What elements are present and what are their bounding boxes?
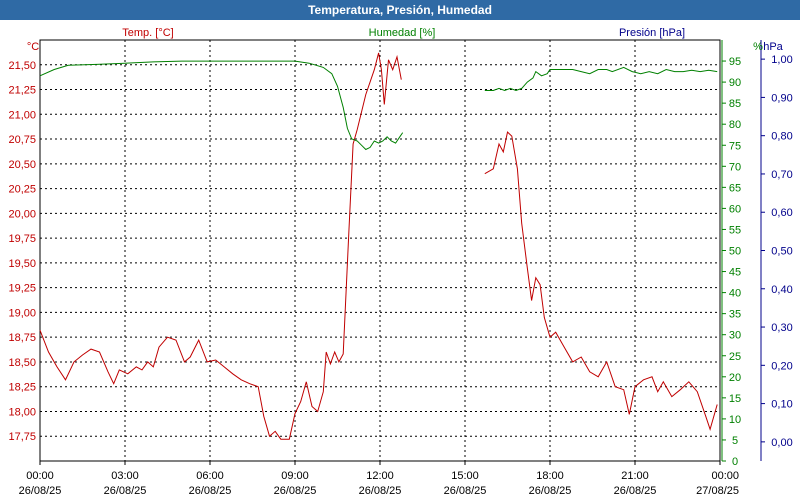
humidity-tick-label: 10 bbox=[729, 414, 741, 426]
humidity-tick-label: 90 bbox=[729, 77, 741, 89]
temp-tick-label: 19,00 bbox=[8, 307, 36, 319]
legend-temp: Temp. [°C] bbox=[122, 27, 173, 39]
pressure-tick-label: 0,20 bbox=[771, 360, 792, 372]
humidity-tick-label: 60 bbox=[729, 203, 741, 215]
x-tick-date: 27/08/25 bbox=[696, 485, 739, 497]
pressure-tick-label: 0,80 bbox=[771, 131, 792, 143]
humidity-tick-label: 5 bbox=[732, 435, 738, 447]
humidity-tick-label: 95 bbox=[729, 56, 741, 68]
temp-tick-label: 20,50 bbox=[8, 159, 36, 171]
humidity-tick-label: 70 bbox=[729, 161, 741, 173]
unit-pressure: hPa bbox=[763, 41, 783, 53]
legend-humidity: Humedad [%] bbox=[369, 27, 436, 39]
temp-tick-label: 20,75 bbox=[8, 134, 36, 146]
x-tick-date: 26/08/25 bbox=[19, 485, 62, 497]
temp-tick-label: 17,75 bbox=[8, 431, 36, 443]
humidity-tick-label: 55 bbox=[729, 224, 741, 236]
x-tick-time: 12:00 bbox=[366, 470, 394, 482]
temp-tick-label: 20,25 bbox=[8, 184, 36, 196]
humidity-tick-label: 25 bbox=[729, 351, 741, 363]
pressure-tick-label: 0,90 bbox=[771, 92, 792, 104]
x-tick-date: 26/08/25 bbox=[104, 485, 147, 497]
humidity-tick-label: 80 bbox=[729, 119, 741, 131]
humidity-tick-label: 50 bbox=[729, 246, 741, 258]
x-tick-date: 26/08/25 bbox=[614, 485, 657, 497]
temp-tick-label: 19,50 bbox=[8, 258, 36, 270]
x-tick-time: 00:00 bbox=[26, 470, 54, 482]
temp-tick-label: 19,25 bbox=[8, 283, 36, 295]
humidity-tick-label: 20 bbox=[729, 372, 741, 384]
series-line-temp-2 bbox=[484, 131, 718, 431]
temp-tick-label: 18,00 bbox=[8, 406, 36, 418]
humidity-tick-label: 35 bbox=[729, 309, 741, 321]
temp-tick-label: 21,25 bbox=[8, 85, 36, 97]
x-tick-time: 00:00 bbox=[711, 470, 739, 482]
x-tick-date: 26/08/25 bbox=[189, 485, 232, 497]
unit-humidity: % bbox=[753, 41, 763, 53]
temp-tick-label: 20,00 bbox=[8, 208, 36, 220]
humidity-tick-label: 30 bbox=[729, 330, 741, 342]
humidity-tick-label: 45 bbox=[729, 267, 741, 279]
temp-tick-label: 18,75 bbox=[8, 332, 36, 344]
humidity-tick-label: 0 bbox=[732, 456, 738, 468]
x-tick-time: 06:00 bbox=[196, 470, 224, 482]
x-tick-time: 18:00 bbox=[536, 470, 564, 482]
x-tick-date: 26/08/25 bbox=[274, 485, 317, 497]
series-line-temp-1 bbox=[39, 52, 402, 440]
x-tick-time: 21:00 bbox=[621, 470, 649, 482]
axes: 17,75 18,00 18,25 18,50 18,75 19,00 19,25 19,50… bbox=[8, 40, 793, 497]
humidity-tick-label: 40 bbox=[729, 288, 741, 300]
series-line-hum-2 bbox=[484, 66, 718, 92]
pressure-tick-label: 0,00 bbox=[771, 437, 792, 449]
x-tick-date: 26/08/25 bbox=[359, 485, 402, 497]
x-tick-time: 15:00 bbox=[451, 470, 479, 482]
humidity-tick-label: 75 bbox=[729, 140, 741, 152]
humidity-tick-label: 85 bbox=[729, 98, 741, 110]
chart-svg: 17,75 18,00 18,25 18,50 18,75 19,00 19,25 19,50… bbox=[8, 27, 793, 497]
humidity-tick-label: 65 bbox=[729, 182, 741, 194]
temp-tick-label: 21,50 bbox=[8, 60, 36, 72]
temp-tick-label: 18,25 bbox=[8, 382, 36, 394]
grid bbox=[39, 39, 721, 462]
temp-tick-label: 18,50 bbox=[8, 357, 36, 369]
pressure-tick-label: 1,00 bbox=[771, 54, 792, 66]
legend-pressure: Presión [hPa] bbox=[619, 27, 685, 39]
series-line-hum-1 bbox=[39, 60, 404, 151]
temp-tick-label: 19,75 bbox=[8, 233, 36, 245]
x-tick-time: 03:00 bbox=[111, 470, 139, 482]
x-tick-date: 26/08/25 bbox=[529, 485, 572, 497]
pressure-tick-label: 0,40 bbox=[771, 284, 792, 296]
unit-temp: °C bbox=[27, 41, 39, 53]
x-tick-time: 09:00 bbox=[281, 470, 309, 482]
humidity-tick-label: 15 bbox=[729, 393, 741, 405]
pressure-tick-label: 0,70 bbox=[771, 169, 792, 181]
temp-tick-label: 21,00 bbox=[8, 109, 36, 121]
pressure-tick-label: 0,10 bbox=[771, 399, 792, 411]
pressure-tick-label: 0,50 bbox=[771, 246, 792, 258]
pressure-tick-label: 0,60 bbox=[771, 207, 792, 219]
pressure-tick-label: 0,30 bbox=[771, 322, 792, 334]
x-tick-date: 26/08/25 bbox=[444, 485, 487, 497]
series bbox=[39, 52, 718, 440]
